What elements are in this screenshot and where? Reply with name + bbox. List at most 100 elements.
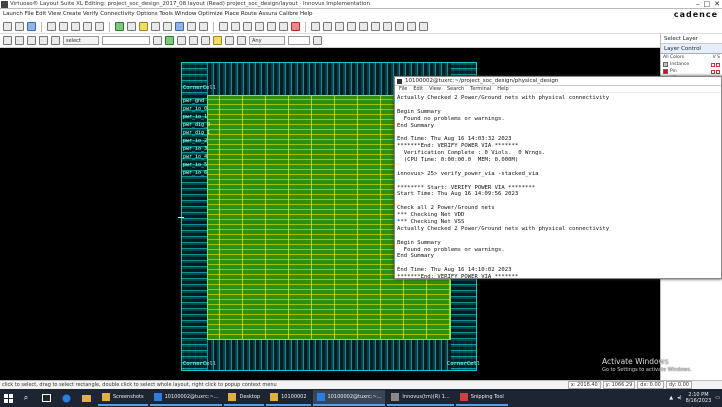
palette-icon[interactable] xyxy=(313,36,322,45)
path-icon[interactable] xyxy=(189,36,198,45)
select-icon[interactable] xyxy=(175,22,184,31)
menu-bar[interactable]: Launch File Edit View Create Verify Conn… xyxy=(0,9,722,20)
maximize-button[interactable]: □ xyxy=(704,0,711,8)
zoom-box-icon[interactable] xyxy=(255,22,264,31)
mark-icon[interactable] xyxy=(213,36,222,45)
layer-row[interactable]: Instance xyxy=(661,61,722,68)
move-icon[interactable] xyxy=(187,22,196,31)
taskbar-app-label: 10100002@tuxrc:~... xyxy=(164,394,219,400)
descend-icon[interactable] xyxy=(39,36,48,45)
highlight-icon[interactable] xyxy=(139,22,148,31)
watermark-title: Activate Windows xyxy=(602,357,669,366)
network-icon[interactable]: ▲ xyxy=(669,395,673,401)
pad-label: pwr_io_1 xyxy=(183,114,208,120)
layer-panel-title: Layer Control xyxy=(661,44,722,54)
selectable-checkbox[interactable] xyxy=(716,62,720,67)
probe-icon[interactable] xyxy=(347,22,356,31)
cut-icon[interactable] xyxy=(47,22,56,31)
run-icon[interactable] xyxy=(115,22,124,31)
notification-icon[interactable]: ▭ xyxy=(715,395,720,401)
taskbar-app-button[interactable]: 10100002 xyxy=(266,390,311,406)
snap-icon[interactable] xyxy=(153,36,162,45)
zoom-in-icon[interactable] xyxy=(219,22,228,31)
polygon-icon[interactable] xyxy=(201,36,210,45)
terminal-menu-item[interactable]: Help xyxy=(497,86,508,92)
select-mode-combo[interactable]: select xyxy=(63,36,99,45)
via-icon[interactable] xyxy=(383,22,392,31)
back-icon[interactable] xyxy=(3,36,12,45)
create-icon[interactable] xyxy=(165,36,174,45)
drc-icon[interactable] xyxy=(311,22,320,31)
properties-icon[interactable] xyxy=(237,36,246,45)
volume-icon[interactable]: ◂) xyxy=(677,395,681,401)
label-icon[interactable] xyxy=(407,22,416,31)
terminal-window[interactable]: 10100002@tuxrc:~/project_soc_design/phys… xyxy=(394,76,722,279)
filter-combo[interactable]: Any xyxy=(249,36,285,45)
new-icon[interactable] xyxy=(3,22,12,31)
layer-icon[interactable] xyxy=(127,22,136,31)
file-explorer-icon[interactable] xyxy=(78,391,94,405)
minimize-button[interactable]: – xyxy=(696,0,700,8)
depth-field[interactable] xyxy=(288,36,310,45)
windows-start-icon[interactable] xyxy=(0,389,16,407)
layer-search[interactable]: Select Layer xyxy=(661,34,722,44)
layer-name: Pin xyxy=(670,69,677,74)
layer-row[interactable]: Pin xyxy=(661,68,722,75)
hierarchy-icon[interactable] xyxy=(27,36,36,45)
taskbar-app-button[interactable]: Innovus(tm)(R) 1... xyxy=(387,390,454,406)
stretch-icon[interactable] xyxy=(199,22,208,31)
wire-icon[interactable] xyxy=(371,22,380,31)
zoom-fit-icon[interactable] xyxy=(243,22,252,31)
command-field[interactable] xyxy=(102,36,150,45)
terminal-menu-item[interactable]: File xyxy=(399,86,407,92)
clock[interactable]: 2:10 PM 8/16/2023 xyxy=(686,392,712,404)
search-icon[interactable]: ⌕ xyxy=(18,391,34,405)
status-hint: click to select, drag to select rectangl… xyxy=(2,382,277,388)
return-icon[interactable] xyxy=(51,36,60,45)
ruler-icon[interactable] xyxy=(151,22,160,31)
pad-label: pwr_io_3 xyxy=(183,146,208,152)
taskbar-app-label: Screenshots xyxy=(113,394,144,400)
open-icon[interactable] xyxy=(15,22,24,31)
window-title: Virtuoso® Layout Suite XL Editing: proje… xyxy=(10,1,370,7)
app-icon xyxy=(153,393,162,401)
terminal-menu-item[interactable]: Terminal xyxy=(470,86,491,92)
layer-header-row: All Colors V S xyxy=(661,54,722,61)
redraw-icon[interactable] xyxy=(279,22,288,31)
taskbar-app-button[interactable]: 10100002@tuxrc:~... xyxy=(149,390,223,406)
forward-icon[interactable] xyxy=(15,36,24,45)
terminal-menu-item[interactable]: View xyxy=(429,86,441,92)
taskbar-app-label: Snipping Tool xyxy=(470,394,504,400)
taskbar-app-button[interactable]: Snipping Tool xyxy=(455,390,508,406)
taskbar-app-button[interactable]: Desktop xyxy=(224,390,265,406)
terminal-line: Begin Summary xyxy=(397,108,441,115)
visible-checkbox[interactable] xyxy=(711,62,715,67)
paste-icon[interactable] xyxy=(71,22,80,31)
zoom-out-icon[interactable] xyxy=(231,22,240,31)
terminal-menu-item[interactable]: Edit xyxy=(413,86,423,92)
taskbar-app-button[interactable]: 10100002@tuxrc:~... xyxy=(312,390,386,406)
taskbar-app-button[interactable]: Screenshots xyxy=(98,390,148,406)
edge-icon[interactable] xyxy=(58,391,74,405)
terminal-output[interactable]: Actually Checked 2 Power/Ground nets wit… xyxy=(395,94,721,278)
task-view-icon[interactable] xyxy=(38,391,54,405)
stop-icon[interactable] xyxy=(291,22,300,31)
selectable-checkbox[interactable] xyxy=(716,69,720,74)
rect-icon[interactable] xyxy=(177,36,186,45)
extract-icon[interactable] xyxy=(335,22,344,31)
visible-checkbox[interactable] xyxy=(711,69,715,74)
net-icon[interactable] xyxy=(359,22,368,31)
pin-icon[interactable] xyxy=(395,22,404,31)
save-icon[interactable] xyxy=(27,22,36,31)
grid-icon[interactable] xyxy=(163,22,172,31)
lvs-icon[interactable] xyxy=(323,22,332,31)
pan-icon[interactable] xyxy=(267,22,276,31)
redo-icon[interactable] xyxy=(95,22,104,31)
close-button[interactable]: ✕ xyxy=(714,0,720,8)
copy-icon[interactable] xyxy=(59,22,68,31)
delete-icon[interactable] xyxy=(225,36,234,45)
terminal-menu-item[interactable]: Search xyxy=(447,86,464,92)
undo-icon[interactable] xyxy=(83,22,92,31)
instance-icon[interactable] xyxy=(419,22,428,31)
